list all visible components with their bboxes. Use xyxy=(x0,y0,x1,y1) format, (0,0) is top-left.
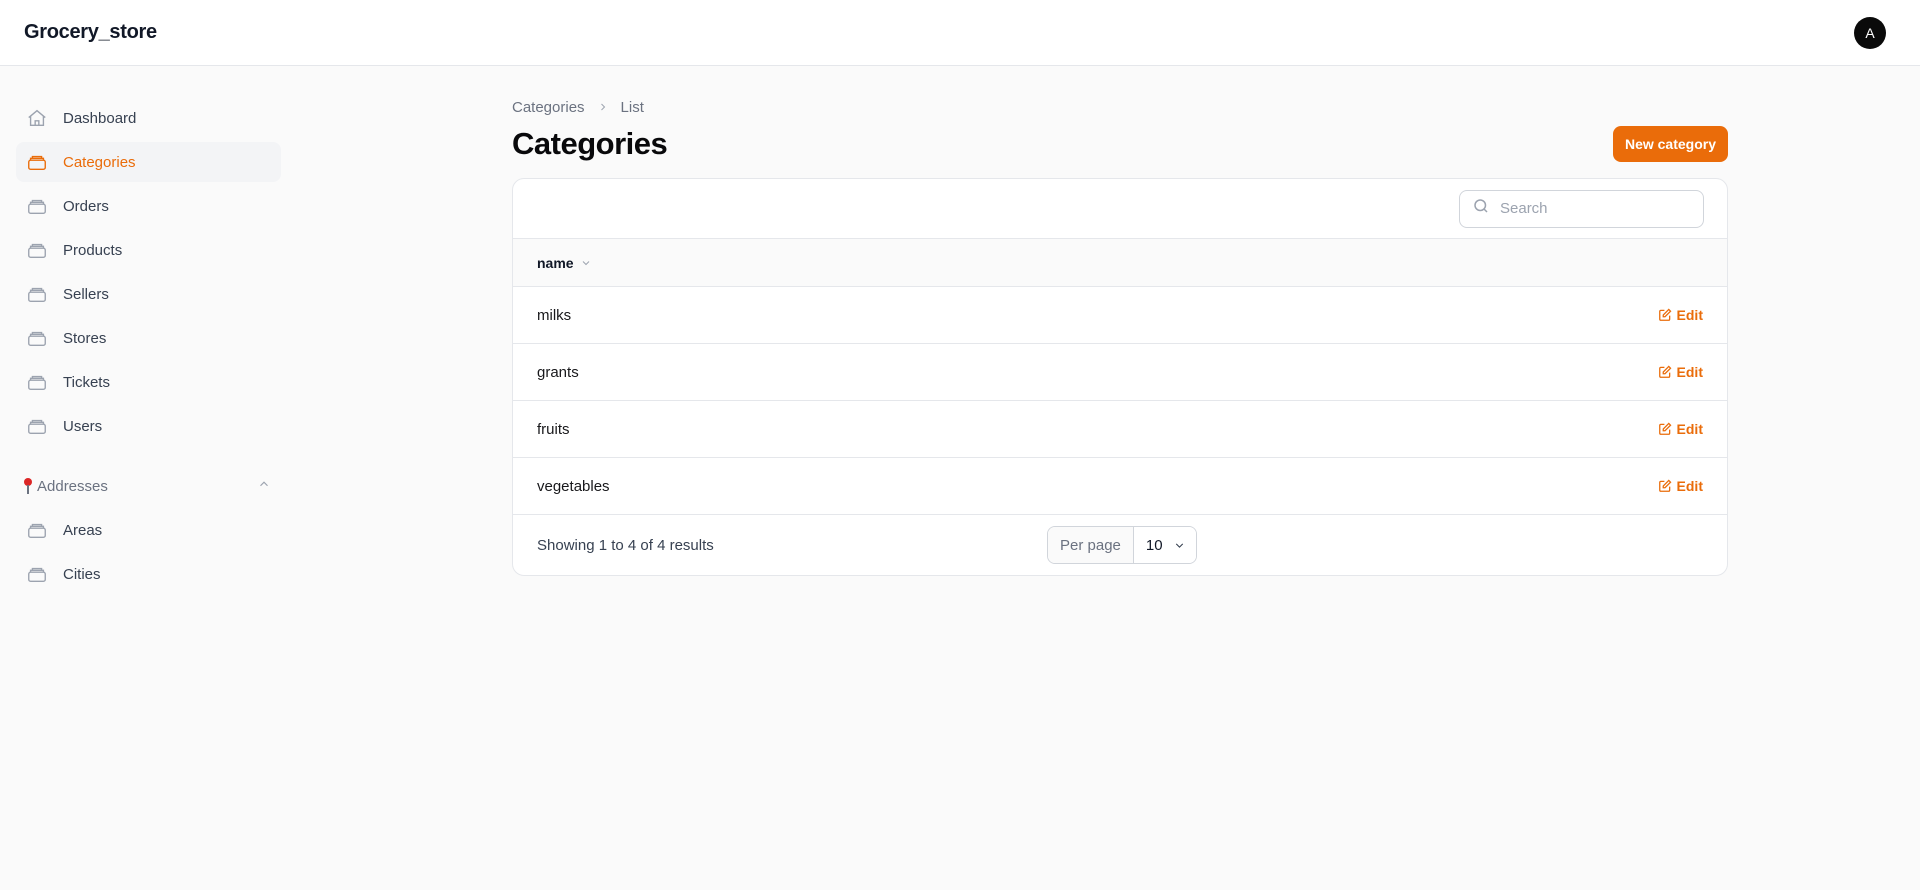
results-summary: Showing 1 to 4 of 4 results xyxy=(537,536,714,554)
table-row[interactable]: grants Edit xyxy=(513,344,1727,401)
sidebar-group-addresses[interactable]: Addresses xyxy=(16,466,281,506)
sidebar-item-users[interactable]: Users xyxy=(16,406,281,446)
category-name: vegetables xyxy=(537,477,610,495)
collection-icon xyxy=(26,195,48,217)
edit-icon xyxy=(1658,308,1671,321)
user-avatar[interactable]: A xyxy=(1854,16,1886,49)
breadcrumb: Categories List xyxy=(512,96,1728,118)
home-icon xyxy=(26,107,48,129)
sidebar-item-tickets[interactable]: Tickets xyxy=(16,362,281,402)
table-row[interactable]: milks Edit xyxy=(513,287,1727,344)
edit-button[interactable]: Edit xyxy=(1658,307,1703,323)
category-name: milks xyxy=(537,306,572,324)
sidebar-item-label: Products xyxy=(63,241,123,259)
page-header: Categories New category xyxy=(512,124,1728,164)
sidebar: Dashboard Categories Orders Products Sel… xyxy=(16,98,281,598)
sidebar-item-stores[interactable]: Stores xyxy=(16,318,281,358)
top-bar: Grocery_store A xyxy=(0,0,1920,66)
collection-icon xyxy=(26,519,48,541)
edit-label: Edit xyxy=(1676,307,1703,323)
table-row[interactable]: vegetables Edit xyxy=(513,458,1727,515)
sidebar-item-dashboard[interactable]: Dashboard xyxy=(16,98,281,138)
breadcrumb-item-categories[interactable]: Categories xyxy=(512,99,585,116)
edit-button[interactable]: Edit xyxy=(1658,478,1703,494)
sidebar-item-label: Tickets xyxy=(63,373,110,391)
sidebar-group-label: Addresses xyxy=(37,477,108,495)
edit-icon xyxy=(1658,479,1671,492)
edit-label: Edit xyxy=(1676,421,1703,437)
collection-icon xyxy=(26,415,48,437)
categories-table-card: name milks Edit grants Edit fruits Edit xyxy=(512,178,1728,576)
sidebar-item-label: Areas xyxy=(63,521,103,539)
brand-logo[interactable]: Grocery_store xyxy=(24,21,157,44)
new-category-button[interactable]: New category xyxy=(1612,126,1728,162)
search-box[interactable] xyxy=(1459,189,1704,228)
chevron-right-icon xyxy=(597,101,609,113)
chevron-down-icon xyxy=(582,260,589,265)
per-page-label: Per page xyxy=(1048,527,1134,563)
breadcrumb-item-list: List xyxy=(620,98,644,116)
sidebar-item-products[interactable]: Products xyxy=(16,230,281,270)
sidebar-item-sellers[interactable]: Sellers xyxy=(16,274,281,314)
sidebar-item-categories[interactable]: Categories xyxy=(16,142,281,182)
collection-icon xyxy=(26,283,48,305)
pushpin-icon xyxy=(24,478,32,494)
sidebar-item-label: Categories xyxy=(63,153,136,171)
edit-label: Edit xyxy=(1676,364,1703,380)
collection-icon xyxy=(26,327,48,349)
sidebar-item-label: Dashboard xyxy=(63,109,137,127)
sidebar-item-label: Sellers xyxy=(63,285,109,303)
search-icon xyxy=(1472,197,1490,220)
collection-icon xyxy=(26,371,48,393)
chevron-down-icon xyxy=(1175,542,1183,548)
sidebar-item-label: Users xyxy=(63,417,103,435)
edit-icon xyxy=(1658,365,1671,378)
category-name: grants xyxy=(537,363,579,381)
table-footer: Showing 1 to 4 of 4 results Per page 10 xyxy=(513,515,1727,575)
sidebar-item-label: Cities xyxy=(63,565,101,583)
category-name: fruits xyxy=(537,420,570,438)
chevron-up-icon[interactable] xyxy=(257,477,271,495)
collection-icon xyxy=(26,563,48,585)
sidebar-item-label: Orders xyxy=(63,197,109,215)
per-page-value: 10 xyxy=(1145,536,1163,554)
main-content: Categories List Categories New category … xyxy=(512,96,1728,576)
collection-icon xyxy=(26,151,48,173)
sidebar-item-areas[interactable]: Areas xyxy=(16,510,281,550)
sidebar-item-orders[interactable]: Orders xyxy=(16,186,281,226)
page-title: Categories xyxy=(512,126,668,161)
table-row[interactable]: fruits Edit xyxy=(513,401,1727,458)
per-page-control: Per page 10 xyxy=(1047,526,1197,564)
search-input[interactable] xyxy=(1500,200,1690,217)
collection-icon xyxy=(26,239,48,261)
edit-button[interactable]: Edit xyxy=(1658,364,1703,380)
column-header-label: name xyxy=(537,254,574,271)
sidebar-item-label: Stores xyxy=(63,329,107,347)
edit-label: Edit xyxy=(1676,478,1703,494)
per-page-select[interactable]: 10 xyxy=(1133,527,1196,563)
table-header: name xyxy=(513,239,1727,287)
edit-button[interactable]: Edit xyxy=(1658,421,1703,437)
edit-icon xyxy=(1658,422,1671,435)
column-header-name[interactable]: name xyxy=(537,255,592,271)
sidebar-item-cities[interactable]: Cities xyxy=(16,554,281,594)
table-toolbar xyxy=(513,179,1727,239)
